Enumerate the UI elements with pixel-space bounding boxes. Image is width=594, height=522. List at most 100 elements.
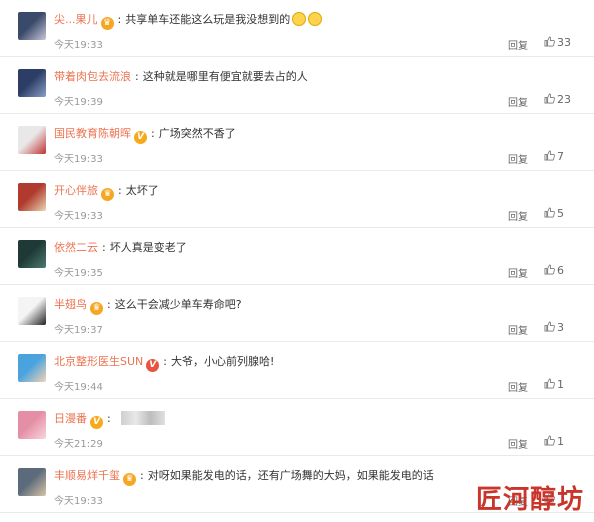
verified-badge-icon: V bbox=[90, 416, 103, 429]
username-link[interactable]: 尖...果儿 bbox=[54, 13, 98, 26]
avatar[interactable] bbox=[18, 126, 46, 154]
separator: : bbox=[140, 469, 144, 482]
comment-item: 尖...果儿 ♛: 共享单车还能这么玩是我没想到的今天19:33 回复 33 bbox=[0, 0, 594, 57]
like-count: 1 bbox=[557, 378, 564, 391]
username-link[interactable]: 依然二云 bbox=[54, 241, 98, 254]
comment-text: 这种就是哪里有便宜就要去占的人 bbox=[142, 70, 308, 83]
comment-text: 共享单车还能这么玩是我没想到的 bbox=[125, 13, 291, 26]
avatar[interactable] bbox=[18, 297, 46, 325]
comment-line: 北京整形医生SUN V: 大爷，小心前列腺哈! bbox=[54, 354, 274, 372]
comment-line: 带着肉包去流浪: 这种就是哪里有便宜就要去占的人 bbox=[54, 69, 308, 85]
avatar[interactable] bbox=[18, 12, 46, 40]
timestamp: 今天19:33 bbox=[54, 154, 103, 165]
timestamp: 今天19:33 bbox=[54, 496, 103, 507]
like-count: 7 bbox=[557, 150, 564, 163]
reply-button[interactable]: 回复 bbox=[508, 436, 528, 451]
separator: : bbox=[151, 127, 155, 140]
like-count: 5 bbox=[557, 207, 564, 220]
comment-item: 半翅鸟 ♛: 这么干会减少单车寿命吧? 今天19:37 回复 3 bbox=[0, 285, 594, 342]
username-link[interactable]: 日漫番 bbox=[54, 412, 87, 425]
like-count: 3 bbox=[557, 321, 564, 334]
username-link[interactable]: 开心伴旅 bbox=[54, 184, 98, 197]
blurred-content bbox=[120, 411, 165, 425]
thumbs-up-icon bbox=[544, 150, 555, 161]
separator: : bbox=[107, 298, 111, 311]
like-count: 23 bbox=[557, 93, 571, 106]
comment-line: 日漫番 V: bbox=[54, 411, 165, 429]
like-count: 33 bbox=[557, 36, 571, 49]
like-button[interactable]: 3 bbox=[544, 321, 564, 334]
username-link[interactable]: 半翅鸟 bbox=[54, 298, 87, 311]
timestamp: 今天19:33 bbox=[54, 211, 103, 222]
comment-item: 北京整形医生SUN V: 大爷，小心前列腺哈! 今天19:44 回复 1 bbox=[0, 342, 594, 399]
like-button[interactable]: 1 bbox=[544, 378, 564, 391]
comment-line: 尖...果儿 ♛: 共享单车还能这么玩是我没想到的 bbox=[54, 12, 323, 30]
avatar[interactable] bbox=[18, 240, 46, 268]
comment-line: 国民教育陈朝晖 V: 广场突然不香了 bbox=[54, 126, 236, 144]
timestamp: 今天19:35 bbox=[54, 268, 103, 279]
separator: : bbox=[118, 184, 122, 197]
separator: : bbox=[102, 241, 106, 254]
comment-item: 国民教育陈朝晖 V: 广场突然不香了今天19:33 回复 7 bbox=[0, 114, 594, 171]
crown-badge-icon: ♛ bbox=[123, 473, 136, 486]
timestamp: 今天19:44 bbox=[54, 382, 103, 393]
comment-line: 半翅鸟 ♛: 这么干会减少单车寿命吧? bbox=[54, 297, 242, 315]
separator: : bbox=[135, 70, 139, 83]
timestamp: 今天21:29 bbox=[54, 439, 103, 450]
username-link[interactable]: 北京整形医生SUN bbox=[54, 355, 143, 368]
reply-button[interactable]: 回复 bbox=[508, 322, 528, 337]
like-button[interactable]: 23 bbox=[544, 93, 571, 106]
separator: : bbox=[117, 13, 122, 26]
avatar[interactable] bbox=[18, 354, 46, 382]
timestamp: 今天19:33 bbox=[54, 40, 103, 51]
reply-button[interactable]: 回复 bbox=[508, 94, 528, 109]
thumbs-up-icon bbox=[544, 264, 555, 275]
like-button[interactable]: 1 bbox=[544, 435, 564, 448]
comment-item: 日漫番 V: 今天21:29 回复 1 bbox=[0, 399, 594, 456]
verified-badge-icon: V bbox=[134, 131, 147, 144]
comment-line: 依然二云: 坏人真是变老了 bbox=[54, 240, 187, 256]
comment-text: 对呀如果能发电的话，还有广场舞的大妈，如果能发电的话 bbox=[147, 469, 434, 482]
comment-text: 这么干会减少单车寿命吧? bbox=[114, 298, 242, 311]
comment-item: 依然二云: 坏人真是变老了今天19:35 回复 6 bbox=[0, 228, 594, 285]
comment-text: 大爷，小心前列腺哈! bbox=[170, 355, 275, 368]
comment-item: 开心伴旅 ♛: 太坏了今天19:33 回复 5 bbox=[0, 171, 594, 228]
emoji-icon bbox=[308, 12, 323, 26]
avatar[interactable] bbox=[18, 468, 46, 496]
username-link[interactable]: 带着肉包去流浪 bbox=[54, 70, 131, 83]
like-button[interactable]: 6 bbox=[544, 264, 564, 277]
avatar[interactable] bbox=[18, 69, 46, 97]
username-link[interactable]: 国民教育陈朝晖 bbox=[54, 127, 131, 140]
timestamp: 今天19:39 bbox=[54, 97, 103, 108]
like-button[interactable]: 7 bbox=[544, 150, 564, 163]
like-button[interactable]: 33 bbox=[544, 36, 571, 49]
thumbs-up-icon bbox=[544, 435, 555, 446]
comment-text: 广场突然不香了 bbox=[158, 127, 236, 140]
reply-button[interactable]: 回复 bbox=[508, 379, 528, 394]
watermark-logo: 匠河醇坊 bbox=[475, 485, 584, 515]
comment-line: 丰顺易烊千玺 ♛: 对呀如果能发电的话，还有广场舞的大妈，如果能发电的话 bbox=[54, 468, 434, 486]
crown-badge-icon: ♛ bbox=[90, 302, 103, 315]
like-count: 1 bbox=[557, 435, 564, 448]
like-button[interactable]: 5 bbox=[544, 207, 564, 220]
reply-button[interactable]: 回复 bbox=[508, 151, 528, 166]
comment-text: 太坏了 bbox=[125, 184, 159, 197]
avatar[interactable] bbox=[18, 183, 46, 211]
crown-badge-icon: ♛ bbox=[100, 17, 114, 30]
emoji-icon bbox=[292, 12, 307, 26]
thumbs-up-icon bbox=[544, 207, 555, 218]
thumbs-up-icon bbox=[544, 36, 555, 47]
username-link[interactable]: 丰顺易烊千玺 bbox=[54, 469, 120, 482]
thumbs-up-icon bbox=[544, 378, 555, 389]
thumbs-up-icon bbox=[544, 93, 555, 104]
verified-badge-icon: V bbox=[146, 359, 160, 372]
reply-button[interactable]: 回复 bbox=[508, 208, 528, 223]
avatar[interactable] bbox=[18, 411, 46, 439]
reply-button[interactable]: 回复 bbox=[508, 265, 528, 280]
separator: : bbox=[107, 412, 111, 425]
crown-badge-icon: ♛ bbox=[101, 188, 114, 201]
comment-line: 开心伴旅 ♛: 太坏了 bbox=[54, 183, 159, 201]
comment-text: 坏人真是变老了 bbox=[109, 241, 187, 254]
separator: : bbox=[163, 355, 167, 368]
reply-button[interactable]: 回复 bbox=[508, 37, 528, 52]
